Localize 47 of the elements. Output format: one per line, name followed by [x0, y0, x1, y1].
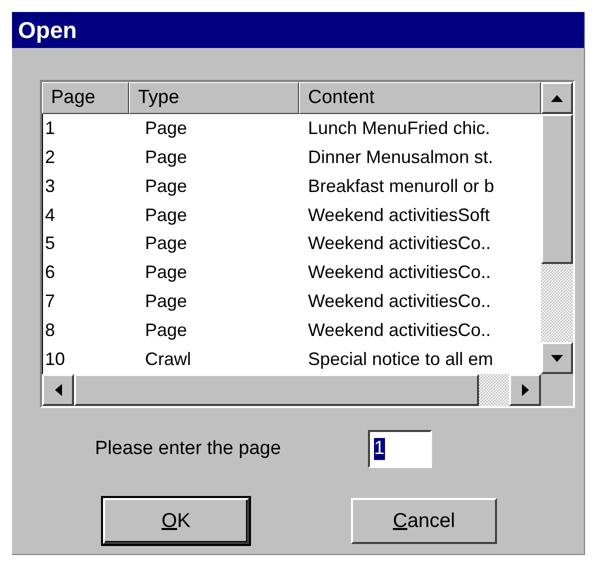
window-title: Open: [12, 12, 584, 48]
column-header[interactable]: Type: [129, 82, 299, 114]
up-arrow-icon: [550, 93, 564, 103]
page-input[interactable]: 1: [368, 430, 432, 468]
table-cell-text: Lunch MenuFried chic.: [307, 116, 492, 140]
table-cell-text: Page: [144, 146, 188, 169]
table-cell-text: 8: [44, 319, 56, 342]
table-cell-text: Weekend activitiesCo..: [307, 319, 492, 342]
table-cell-text: Page: [144, 116, 188, 140]
right-arrow-icon: [520, 383, 530, 397]
down-arrow-icon: [550, 353, 564, 363]
page-list[interactable]: [40, 80, 575, 408]
table-cell-text: Dinner Menusalmon st.: [307, 146, 494, 169]
table-cell-text: Page: [144, 204, 188, 227]
table-cell-text: 6: [44, 261, 56, 284]
table-cell-text: 5: [44, 232, 56, 256]
table-cell-text: Special notice to all em: [307, 348, 494, 372]
page-label: Please enter the page: [95, 438, 282, 460]
table-cell-text: Page: [144, 174, 188, 198]
table-cell-text: Weekend activitiesCo..: [307, 232, 492, 256]
cancel-button[interactable]: Cancel: [351, 498, 497, 544]
table-cell-text: Page: [144, 232, 188, 256]
scroll-down-button[interactable]: [541, 342, 573, 374]
table-cell-text: 4: [44, 204, 56, 227]
column-header[interactable]: Page: [42, 82, 129, 114]
table-cell-text: Page: [144, 319, 188, 342]
table-cell-text: Weekend activitiesSoft: [307, 204, 491, 227]
left-arrow-icon: [53, 383, 63, 397]
table-cell-text: Page: [144, 261, 188, 284]
table-cell-text: Weekend activitiesCo..: [307, 261, 492, 284]
table-cell-text: Breakfast menuroll or b: [307, 174, 496, 198]
table-cell-text: Weekend activitiesCo..: [307, 290, 492, 314]
table-cell-text: 2: [44, 146, 56, 169]
table-cell-text: 10: [44, 348, 66, 372]
scroll-right-button[interactable]: [509, 374, 541, 406]
scroll-left-button[interactable]: [42, 374, 74, 406]
scroll-thumb[interactable]: [74, 374, 479, 406]
table-cell-text: Page: [144, 290, 188, 314]
table-cell-text: 3: [44, 174, 56, 198]
table-cell-text: 1: [44, 116, 56, 140]
table-cell-text: 7: [44, 290, 56, 314]
table-cell-text: Crawl: [144, 348, 192, 372]
ok-button[interactable]: OK: [103, 498, 249, 544]
scroll-thumb[interactable]: [541, 114, 573, 264]
column-header[interactable]: Content: [299, 82, 541, 114]
scrollbar-corner: [541, 374, 573, 406]
scroll-up-button[interactable]: [541, 82, 573, 114]
